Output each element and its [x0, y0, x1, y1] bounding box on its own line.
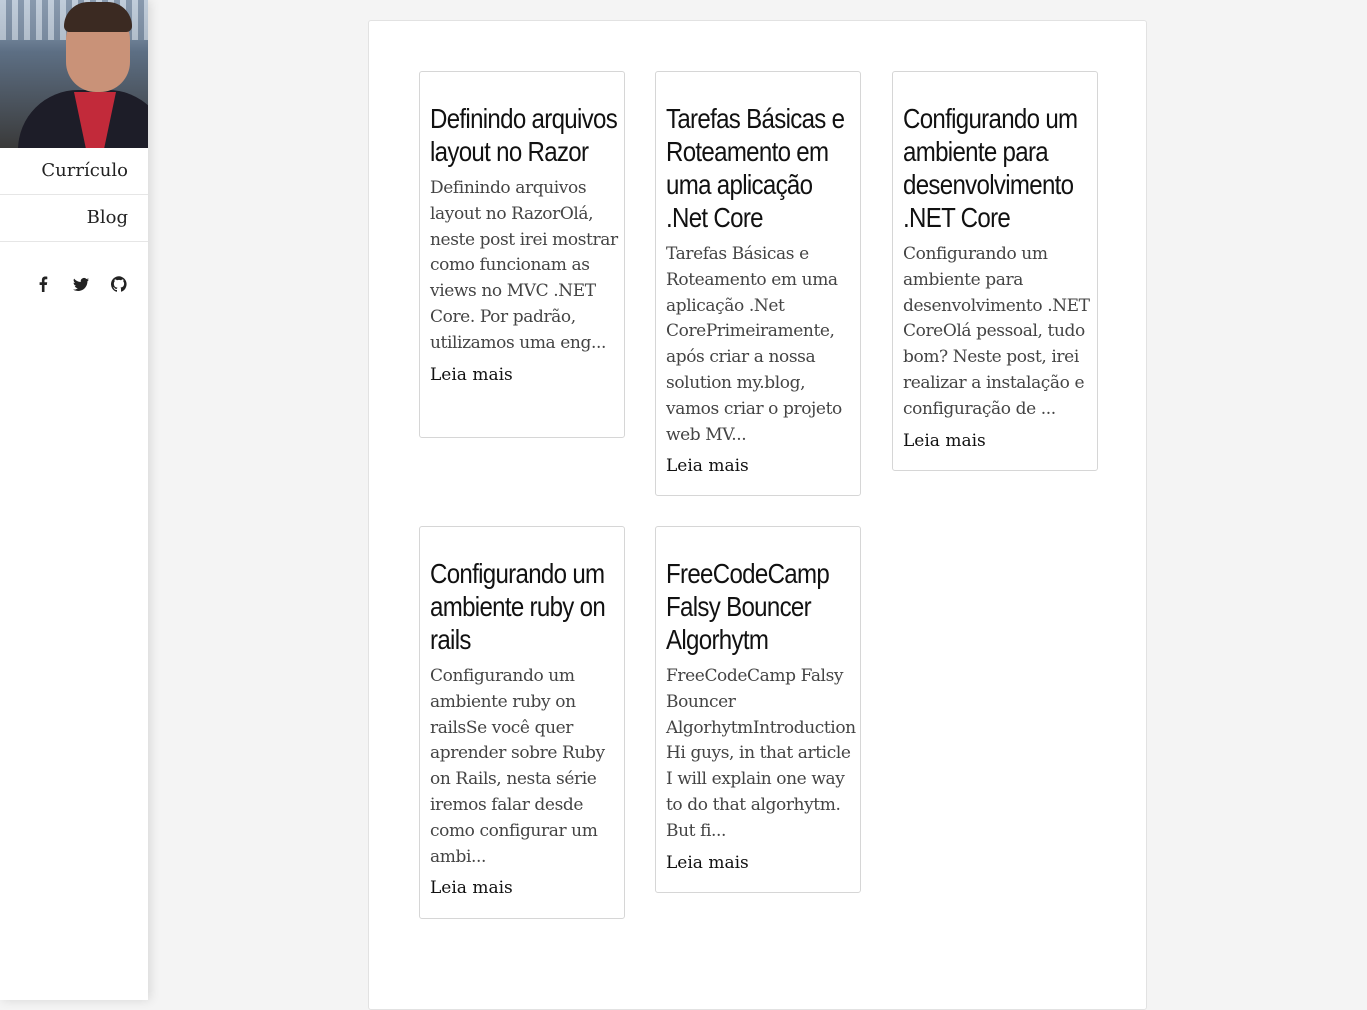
read-more-link[interactable]: Leia mais	[666, 851, 854, 875]
read-more-link[interactable]: Leia mais	[666, 454, 854, 478]
post-card: Tarefas Básicas e Roteamento em uma apli…	[655, 71, 861, 496]
post-excerpt: FreeCodeCamp Falsy Bouncer AlgorhytmIntr…	[666, 666, 856, 841]
post-title[interactable]: Tarefas Básicas e Roteamento em uma apli…	[666, 102, 860, 234]
post-card: FreeCodeCamp Falsy Bouncer Algorhytm Fre…	[655, 526, 861, 893]
post-grid: Definindo arquivos layout no Razor Defin…	[368, 20, 1147, 1010]
post-title[interactable]: Configurando um ambiente ruby on rails	[430, 557, 624, 656]
post-card: Configurando um ambiente para desenvolvi…	[892, 71, 1098, 471]
read-more-link[interactable]: Leia mais	[430, 876, 618, 900]
read-more-link[interactable]: Leia mais	[903, 429, 1091, 453]
post-excerpt: Definindo arquivos layout no RazorOlá, n…	[430, 178, 618, 353]
nav-curriculo[interactable]: Currículo	[0, 148, 148, 195]
post-excerpt: Tarefas Básicas e Roteamento em uma apli…	[666, 244, 842, 445]
post-card: Definindo arquivos layout no Razor Defin…	[419, 71, 625, 438]
avatar	[0, 0, 148, 148]
post-title[interactable]: Definindo arquivos layout no Razor	[430, 102, 624, 168]
post-title[interactable]: FreeCodeCamp Falsy Bouncer Algorhytm	[666, 557, 860, 656]
post-excerpt: Configurando um ambiente ruby on railsSe…	[430, 666, 605, 867]
post-title[interactable]: Configurando um ambiente para desenvolvi…	[903, 102, 1097, 234]
social-links	[0, 272, 148, 296]
github-icon[interactable]	[100, 272, 138, 296]
read-more-link[interactable]: Leia mais	[430, 363, 618, 387]
nav-blog[interactable]: Blog	[0, 195, 148, 242]
sidebar: Currículo Blog	[0, 0, 148, 1000]
post-excerpt: Configurando um ambiente para desenvolvi…	[903, 244, 1090, 419]
post-card: Configurando um ambiente ruby on rails C…	[419, 526, 625, 919]
facebook-icon[interactable]	[24, 272, 62, 296]
twitter-icon[interactable]	[62, 272, 100, 296]
